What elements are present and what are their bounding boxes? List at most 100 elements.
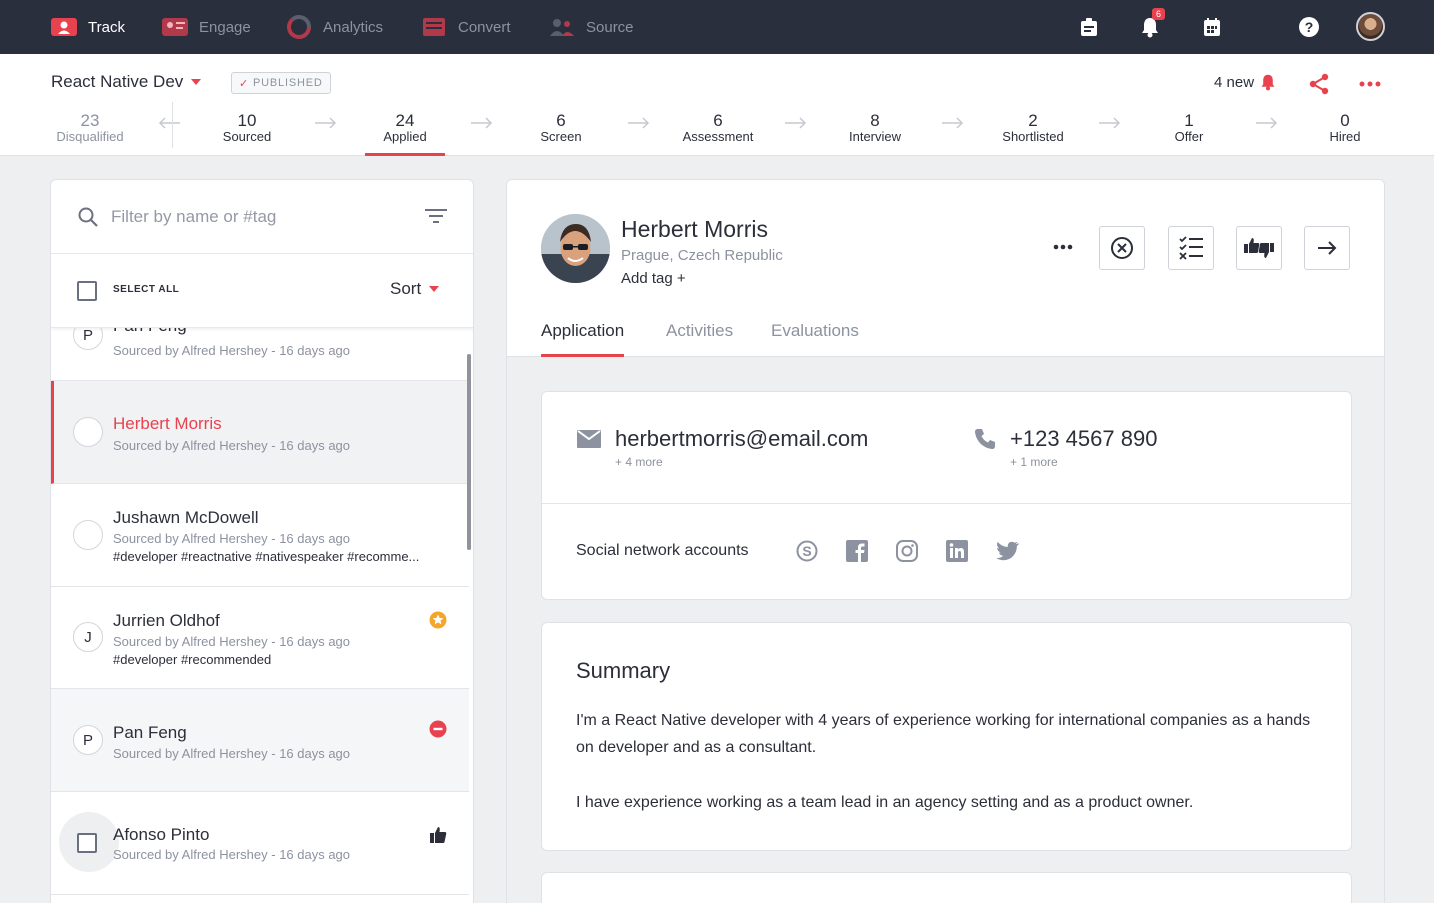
help-icon[interactable]: ?: [1296, 14, 1322, 40]
stage-disqualified[interactable]: 23 Disqualified: [35, 112, 145, 144]
sort-button[interactable]: Sort: [390, 279, 440, 299]
instagram-icon[interactable]: [895, 539, 919, 563]
candidate-header: Herbert Morris Prague, Czech Republic Ad…: [507, 180, 1384, 357]
status-badge-label: PUBLISHED: [253, 77, 323, 89]
list-item[interactable]: Jushawn McDowell Sourced by Alfred Hersh…: [51, 484, 469, 587]
notifications-icon[interactable]: 6: [1137, 8, 1165, 40]
tab-application[interactable]: Application: [541, 321, 625, 357]
twitter-icon[interactable]: [995, 539, 1019, 563]
stage-label: Hired: [1329, 129, 1361, 144]
stage-label: Interview: [848, 129, 902, 144]
job-selector[interactable]: React Native Dev: [51, 72, 202, 92]
stage-screen[interactable]: 6 Screen: [506, 112, 616, 144]
candidate-meta: Sourced by Alfred Hershey - 16 days ago: [113, 634, 351, 649]
select-all-row: SELECT ALL Sort: [51, 254, 473, 328]
email-link[interactable]: herbertmorris@email.com: [615, 426, 868, 452]
candidate-tags: #developer #recommended: [113, 652, 272, 667]
arrow-right-icon: [628, 117, 650, 129]
sort-label: Sort: [390, 279, 422, 298]
more-options-icon[interactable]: [1358, 72, 1382, 96]
stage-label: Shortlisted: [1002, 129, 1064, 144]
more-actions-icon[interactable]: [1051, 235, 1075, 259]
avatar: P: [73, 725, 103, 755]
summary-paragraph: I have experience working as a team lead…: [576, 794, 1194, 811]
list-item[interactable]: P Pan Feng Sourced by Alfred Hershey - 1…: [51, 328, 469, 381]
nav-analytics[interactable]: Analytics: [285, 0, 383, 54]
track-icon: [50, 16, 78, 38]
stage-interview[interactable]: 8 Interview: [820, 112, 930, 144]
rate-button[interactable]: [1236, 226, 1282, 270]
candidate-name: Pan Feng: [113, 723, 187, 742]
arrow-right-icon: [785, 117, 807, 129]
analytics-icon: [285, 15, 313, 39]
linkedin-icon[interactable]: [945, 539, 969, 563]
stage-label: Sourced: [222, 129, 272, 144]
phone-icon: [975, 429, 995, 449]
select-all-label: SELECT ALL: [113, 284, 180, 295]
list-item[interactable]: [51, 895, 469, 903]
facebook-icon[interactable]: [845, 539, 869, 563]
stage-applied[interactable]: 24 Applied: [350, 111, 460, 156]
phone-more[interactable]: + 1 more: [1010, 455, 1058, 469]
arrow-left-icon: [158, 117, 180, 129]
arrow-right-icon: [1318, 241, 1337, 255]
clipboard-icon[interactable]: [1076, 14, 1102, 40]
stage-hired[interactable]: 0 Hired: [1290, 112, 1400, 144]
stage-count: 24: [395, 111, 415, 130]
stage-shortlisted[interactable]: 2 Shortlisted: [978, 112, 1088, 144]
candidate-checkbox[interactable]: [77, 833, 97, 853]
chevron-down-icon: [191, 79, 202, 85]
stage-assessment[interactable]: 6 Assessment: [663, 112, 773, 144]
nav-engage[interactable]: Engage: [161, 0, 251, 54]
arrow-right-icon: [1256, 117, 1278, 129]
select-all-checkbox[interactable]: [77, 281, 97, 301]
skype-icon[interactable]: S: [795, 539, 819, 563]
nav-source-label: Source: [586, 18, 634, 36]
user-avatar[interactable]: [1356, 12, 1385, 41]
email-more[interactable]: + 4 more: [615, 455, 663, 469]
disqualified-icon: [429, 720, 447, 738]
thumbs-up-down-icon: [1244, 238, 1274, 258]
search-bar: [51, 180, 473, 254]
divider: [172, 102, 173, 148]
calendar-icon[interactable]: [1199, 14, 1225, 40]
status-badge: ✓ PUBLISHED: [231, 72, 331, 94]
scrollbar[interactable]: [467, 354, 471, 550]
disqualify-button[interactable]: [1099, 226, 1145, 270]
top-navigation: Track Engage Analytics Convert Source 6 …: [0, 0, 1434, 54]
stage-count: 6: [556, 111, 566, 130]
move-next-stage-button[interactable]: [1304, 226, 1350, 270]
summary-card: Summary I'm a React Native developer wit…: [541, 622, 1352, 851]
list-item[interactable]: P Pan Feng Sourced by Alfred Hershey - 1…: [51, 689, 469, 792]
candidate-list[interactable]: P Pan Feng Sourced by Alfred Hershey - 1…: [51, 328, 473, 903]
list-item-selected[interactable]: Herbert Morris Sourced by Alfred Hershey…: [51, 381, 469, 484]
stage-count: 8: [870, 111, 880, 130]
stage-sourced[interactable]: 10 Sourced: [192, 112, 302, 144]
add-tag-button[interactable]: Add tag +: [621, 270, 686, 287]
avatar: [73, 520, 103, 550]
svg-text:?: ?: [1305, 19, 1314, 35]
stage-count: 23: [80, 111, 100, 130]
candidate-name: Herbert Morris: [621, 216, 768, 242]
candidate-name: Afonso Pinto: [113, 825, 210, 844]
list-item[interactable]: J Jurrien Oldhof Sourced by Alfred Hersh…: [51, 587, 469, 689]
filter-icon[interactable]: [425, 208, 447, 224]
candidate-meta: Sourced by Alfred Hershey - 16 days ago: [113, 531, 351, 546]
candidate-avatar: [541, 214, 610, 283]
share-icon[interactable]: [1307, 72, 1331, 96]
job-title: React Native Dev: [51, 72, 184, 91]
new-count-label: 4 new: [1214, 73, 1255, 91]
tab-evaluations[interactable]: Evaluations: [771, 321, 859, 341]
nav-source[interactable]: Source: [548, 0, 634, 54]
stage-offer[interactable]: 1 Offer: [1134, 112, 1244, 144]
nav-convert[interactable]: Convert: [420, 0, 511, 54]
tab-activities[interactable]: Activities: [666, 321, 733, 341]
search-input[interactable]: [111, 204, 411, 230]
evaluate-button[interactable]: [1168, 226, 1214, 270]
phone-link[interactable]: +123 4567 890: [1010, 426, 1157, 452]
nav-track[interactable]: Track: [50, 0, 125, 54]
candidate-detail-panel: Herbert Morris Prague, Czech Republic Ad…: [506, 179, 1385, 903]
new-applicants[interactable]: 4 new: [1214, 73, 1276, 91]
list-item[interactable]: Afonso Pinto Sourced by Alfred Hershey -…: [51, 792, 469, 895]
svg-text:S: S: [802, 543, 811, 559]
